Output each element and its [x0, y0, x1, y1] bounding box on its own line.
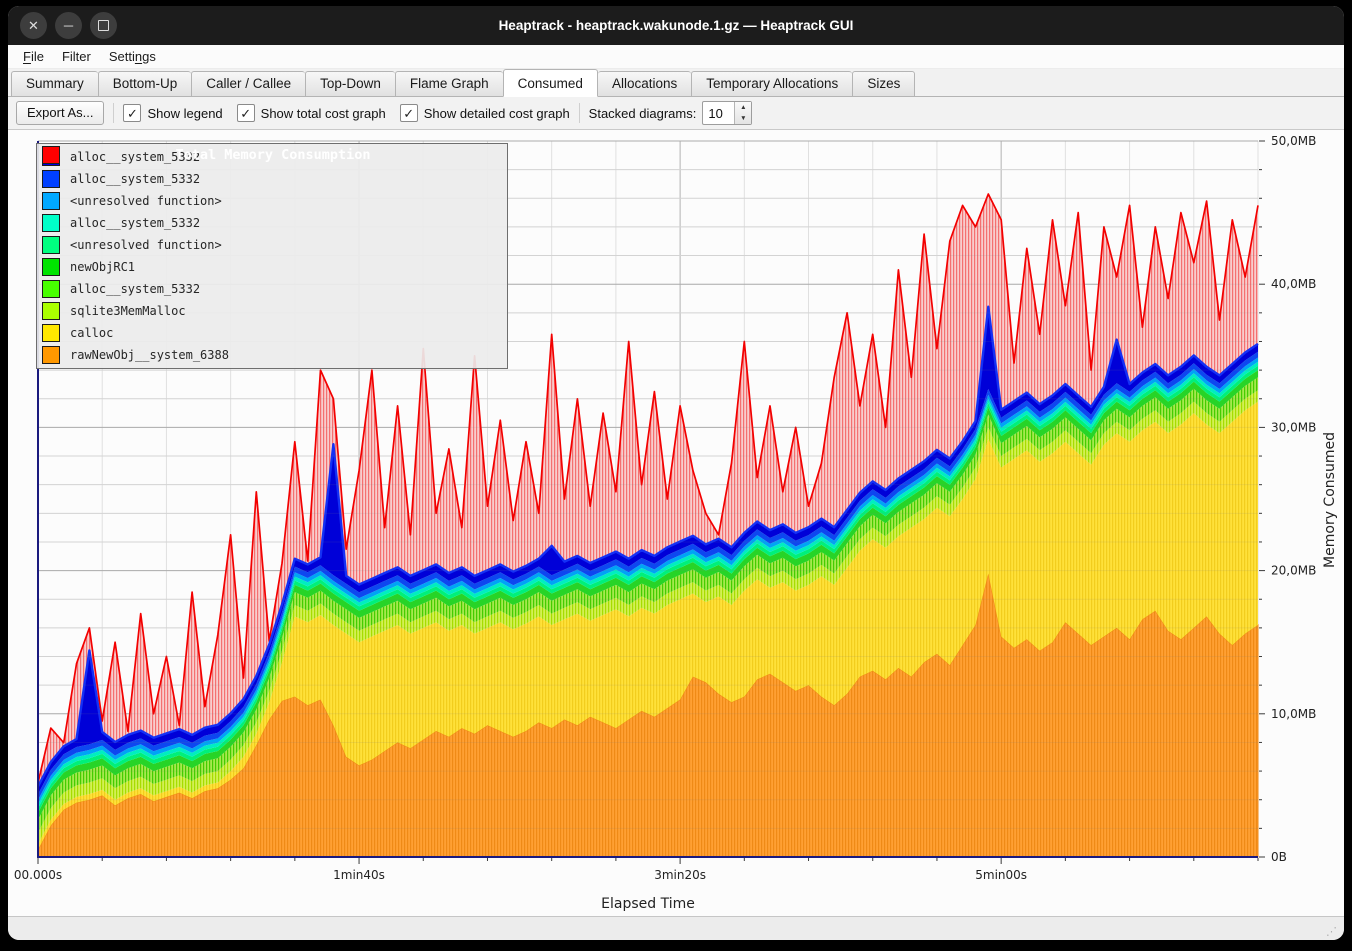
toolbar-separator	[113, 103, 114, 123]
svg-text:Elapsed Time: Elapsed Time	[601, 896, 695, 912]
svg-text:5min00s: 5min00s	[975, 868, 1027, 882]
legend-label: <unresolved function>	[70, 238, 222, 252]
export-as-button[interactable]: Export As...	[16, 101, 104, 125]
status-bar: ⋰	[8, 916, 1344, 940]
legend-item: sqlite3MemMalloc	[37, 300, 507, 322]
tab-temporary-allocations[interactable]: Temporary Allocations	[691, 71, 852, 97]
svg-text:40,0MB: 40,0MB	[1271, 277, 1316, 291]
spin-up-icon[interactable]: ▲	[735, 102, 751, 113]
tab-summary[interactable]: Summary	[11, 71, 98, 97]
stacked-diagrams-control: Stacked diagrams: 10 ▲ ▼	[589, 101, 753, 125]
legend-label: <unresolved function>	[70, 194, 222, 208]
legend-label: sqlite3MemMalloc	[70, 304, 186, 318]
checkmark-icon: ✓	[400, 104, 418, 122]
toolbar-separator	[579, 103, 580, 123]
legend-label: newObjRC1	[70, 260, 135, 274]
toolbar: Export As... ✓ Show legend ✓ Show total cos…	[8, 97, 1344, 130]
svg-text:50,0MB: 50,0MB	[1271, 134, 1316, 148]
legend-label: Total Memory Consumption	[70, 136, 476, 175]
legend-swatch	[42, 214, 60, 232]
legend-swatch	[42, 192, 60, 210]
menu-item-settings[interactable]: Settings	[100, 47, 165, 66]
stacked-diagrams-spinbox[interactable]: 10 ▲ ▼	[702, 101, 752, 125]
window-title: Heaptrack - heaptrack.wakunode.1.gz — He…	[8, 6, 1344, 45]
svg-text:30,0MB: 30,0MB	[1271, 420, 1316, 434]
legend-title-row: Total Memory Consumption	[37, 144, 507, 166]
consumed-chart-area: 00.000s 1min40s 3min20s 5min00s 0B 10,0MB 20,0…	[8, 130, 1344, 917]
stacked-diagrams-value[interactable]: 10	[703, 102, 734, 124]
legend-item: rawNewObj__system_6388	[37, 344, 507, 366]
legend-swatch	[42, 170, 60, 188]
svg-text:10,0MB: 10,0MB	[1271, 707, 1316, 721]
svg-text:20,0MB: 20,0MB	[1271, 564, 1316, 578]
legend-swatch	[42, 236, 60, 254]
svg-text:3min20s: 3min20s	[654, 868, 706, 882]
legend-label: calloc	[70, 326, 113, 340]
menu-bar: FileFilterSettings	[8, 45, 1344, 69]
stacked-diagrams-label: Stacked diagrams:	[589, 106, 697, 121]
legend-swatch	[42, 258, 60, 276]
checkmark-icon: ✓	[123, 104, 141, 122]
legend-swatch	[42, 280, 60, 298]
title-bar: ✕ ─ Heaptrack - heaptrack.wakunode.1.gz …	[8, 6, 1344, 45]
checkmark-icon: ✓	[237, 104, 255, 122]
tab-top-down[interactable]: Top-Down	[305, 71, 395, 97]
tab-consumed[interactable]: Consumed	[503, 69, 598, 97]
svg-text:00.000s: 00.000s	[14, 868, 62, 882]
tab-caller-callee[interactable]: Caller / Callee	[191, 71, 305, 97]
legend-swatch	[42, 346, 60, 364]
tab-bottom-up[interactable]: Bottom-Up	[98, 71, 192, 97]
tab-allocations[interactable]: Allocations	[598, 71, 691, 97]
legend-swatch	[42, 302, 60, 320]
menu-item-file[interactable]: File	[14, 47, 53, 66]
tab-flame-graph[interactable]: Flame Graph	[395, 71, 503, 97]
svg-text:0B: 0B	[1271, 850, 1287, 864]
tab-bar: SummaryBottom-UpCaller / CalleeTop-DownF…	[8, 69, 1344, 97]
chart-legend: Total Memory Consumption alloc__system_53…	[36, 143, 508, 369]
tab-sizes[interactable]: Sizes	[852, 71, 915, 97]
resize-grip[interactable]: ⋰	[1326, 925, 1338, 938]
checkbox-show-detailed-cost-graph[interactable]: ✓ Show detailed cost graph	[400, 104, 570, 122]
legend-item: newObjRC1	[37, 256, 507, 278]
legend-item: <unresolved function>	[37, 234, 507, 256]
checkbox-label: Show total cost graph	[261, 106, 386, 121]
spin-down-icon[interactable]: ▼	[735, 113, 751, 124]
menu-item-filter[interactable]: Filter	[53, 47, 100, 66]
legend-swatch	[42, 324, 60, 342]
checkbox-label: Show legend	[147, 106, 222, 121]
legend-swatch	[42, 146, 60, 164]
legend-item: <unresolved function>	[37, 190, 507, 212]
legend-item: calloc	[37, 322, 507, 344]
legend-label: rawNewObj__system_6388	[70, 348, 229, 362]
app-window: ✕ ─ Heaptrack - heaptrack.wakunode.1.gz …	[8, 6, 1344, 940]
checkbox-label: Show detailed cost graph	[424, 106, 570, 121]
legend-label: alloc__system_5332	[70, 282, 200, 296]
legend-item: alloc__system_5332	[37, 278, 507, 300]
checkbox-show-legend[interactable]: ✓ Show legend	[123, 104, 222, 122]
checkbox-show-total-cost-graph[interactable]: ✓ Show total cost graph	[237, 104, 386, 122]
legend-item: alloc__system_5332	[37, 212, 507, 234]
svg-text:1min40s: 1min40s	[333, 868, 385, 882]
svg-text:Memory Consumed: Memory Consumed	[1322, 432, 1338, 568]
legend-label: alloc__system_5332	[70, 216, 200, 230]
